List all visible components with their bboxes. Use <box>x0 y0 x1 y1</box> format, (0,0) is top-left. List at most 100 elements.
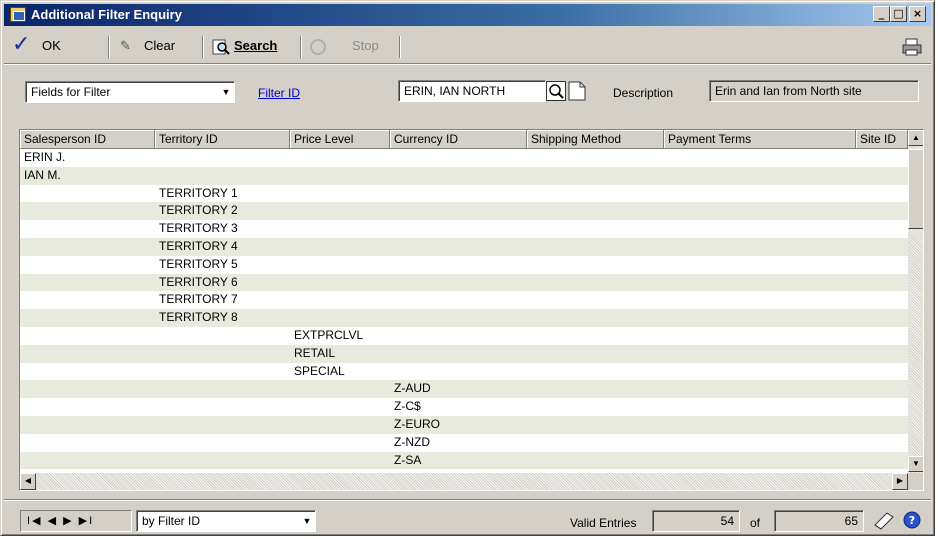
table-row[interactable]: Z-C$ <box>20 398 908 416</box>
valid-entries-label: Valid Entries <box>570 516 637 530</box>
toolbar: ✓ OK ✎ Clear Search Stop <box>4 28 931 64</box>
chevron-down-icon[interactable]: ▼ <box>218 82 234 102</box>
table-row[interactable]: Z-EURO <box>20 415 908 434</box>
scroll-right-icon[interactable]: ▶ <box>892 473 908 490</box>
results-grid[interactable]: Salesperson ID Territory ID Price Level … <box>19 129 924 491</box>
table-row[interactable]: TERRITORY 2 <box>20 202 908 221</box>
table-cell: ERIN J. <box>24 150 66 164</box>
toolbar-separator <box>202 36 204 58</box>
clear-button[interactable]: Clear <box>144 36 175 56</box>
filter-id-value: ERIN, IAN NORTH <box>404 84 506 98</box>
toolbar-separator <box>108 36 110 58</box>
fields-dropdown-value: Fields for Filter <box>31 85 111 99</box>
chevron-down-icon[interactable]: ▼ <box>299 511 315 531</box>
help-icon[interactable]: ? <box>903 511 921 532</box>
column-header[interactable]: Price Level <box>290 130 390 149</box>
scrollbar-corner <box>908 473 923 490</box>
table-cell: Z-AUD <box>394 381 431 396</box>
record-navigation[interactable]: I◀ ◀ ▶ ▶I <box>20 510 132 532</box>
scroll-down-icon[interactable]: ▼ <box>908 456 923 472</box>
column-header[interactable]: Salesperson ID <box>20 130 155 149</box>
valid-count-field: 54 <box>652 510 740 532</box>
grid-rows: ERIN J. IAN M. TERRITORY 1 TERRITORY 2 TERRI… <box>20 149 908 470</box>
window-title: Additional Filter Enquiry <box>31 7 182 22</box>
table-row[interactable]: IAN M. <box>20 166 908 185</box>
ok-button[interactable]: OK <box>42 36 61 56</box>
main-window: Additional Filter Enquiry _ □ × ✓ OK ✎ C… <box>0 0 935 536</box>
search-icon[interactable] <box>212 36 230 56</box>
title-bar[interactable]: Additional Filter Enquiry _ □ × <box>4 4 931 26</box>
column-header[interactable]: Shipping Method <box>527 130 664 149</box>
filter-id-input[interactable]: ERIN, IAN NORTH <box>398 80 546 102</box>
table-cell: RETAIL <box>294 345 336 360</box>
column-header[interactable]: Currency ID <box>390 130 527 149</box>
check-icon[interactable]: ✓ <box>12 33 30 55</box>
table-row[interactable]: ERIN J. <box>20 149 908 167</box>
sort-dropdown[interactable]: by Filter ID ▼ <box>136 510 316 532</box>
maximize-button[interactable]: □ <box>890 6 907 22</box>
table-row[interactable]: TERRITORY 1 <box>20 184 908 203</box>
table-cell: TERRITORY 2 <box>159 203 238 218</box>
vertical-scrollbar[interactable]: ▲ ▼ <box>908 130 923 473</box>
column-header[interactable]: Payment Terms <box>664 130 856 149</box>
table-cell: IAN M. <box>24 167 61 182</box>
stop-button: Stop <box>352 38 379 53</box>
table-cell: TERRITORY 8 <box>159 310 238 325</box>
scroll-thumb[interactable] <box>908 149 923 229</box>
table-cell: TERRITORY 3 <box>159 221 238 236</box>
toolbar-separator <box>300 36 302 58</box>
svg-text:?: ? <box>909 514 915 527</box>
app-icon <box>10 7 26 22</box>
column-header[interactable]: Site ID <box>856 130 908 149</box>
table-cell: Z-NZD <box>394 434 430 449</box>
table-cell: Z-EURO <box>394 416 440 431</box>
close-button[interactable]: × <box>909 6 926 22</box>
description-value: Erin and Ian from North site <box>715 84 862 98</box>
table-cell: TERRITORY 5 <box>159 256 238 271</box>
sort-dropdown-value: by Filter ID <box>142 514 201 528</box>
table-row[interactable]: TERRITORY 6 <box>20 273 908 292</box>
table-row[interactable]: TERRITORY 4 <box>20 237 908 256</box>
table-cell: Z-C$ <box>394 399 421 414</box>
grid-header: Salesperson ID Territory ID Price Level … <box>20 130 908 149</box>
eraser-icon[interactable]: ✎ <box>120 36 131 56</box>
column-header[interactable]: Territory ID <box>155 130 290 149</box>
toolbar-separator <box>399 36 401 58</box>
table-row[interactable]: SPECIAL <box>20 362 908 381</box>
stop-icon <box>309 36 327 56</box>
table-cell: SPECIAL <box>294 363 345 378</box>
description-label: Description <box>613 86 674 100</box>
table-cell: TERRITORY 1 <box>159 185 238 200</box>
scroll-left-icon[interactable]: ◀ <box>20 473 36 490</box>
table-cell: TERRITORY 4 <box>159 238 238 253</box>
table-cell: EXTPRCLVL <box>294 327 364 342</box>
table-row[interactable]: RETAIL <box>20 344 908 363</box>
of-label: of <box>750 516 761 530</box>
table-cell: TERRITORY 7 <box>159 292 238 307</box>
lookup-icon[interactable] <box>546 81 566 101</box>
filter-id-link[interactable]: Filter ID <box>258 86 300 100</box>
note-icon[interactable] <box>568 81 586 101</box>
printer-icon[interactable] <box>902 36 922 56</box>
scroll-up-icon[interactable]: ▲ <box>908 130 923 146</box>
description-field: Erin and Ian from North site <box>709 80 919 102</box>
note-icon[interactable] <box>872 509 896 534</box>
status-bar: I◀ ◀ ▶ ▶I by Filter ID ▼ Valid Entries 5… <box>4 499 931 535</box>
total-count: 65 <box>844 514 858 528</box>
table-row[interactable]: Z-NZD <box>20 433 908 452</box>
valid-count: 54 <box>720 514 734 528</box>
table-row[interactable]: Z-AUD <box>20 380 908 399</box>
minimize-button[interactable]: _ <box>873 6 890 22</box>
table-row[interactable]: TERRITORY 7 <box>20 291 908 310</box>
fields-dropdown[interactable]: Fields for Filter ▼ <box>25 81 235 103</box>
search-button[interactable]: Search <box>234 36 277 56</box>
table-row[interactable]: Z-SA <box>20 451 908 470</box>
table-row[interactable]: TERRITORY 5 <box>20 255 908 274</box>
table-cell: TERRITORY 6 <box>159 274 238 289</box>
table-row[interactable]: TERRITORY 8 <box>20 309 908 327</box>
table-row[interactable]: TERRITORY 3 <box>20 220 908 238</box>
table-cell: Z-SA <box>394 452 422 467</box>
table-row[interactable]: EXTPRCLVL <box>20 326 908 345</box>
horizontal-scrollbar[interactable]: ◀ ▶ <box>20 473 908 490</box>
total-count-field: 65 <box>774 510 864 532</box>
